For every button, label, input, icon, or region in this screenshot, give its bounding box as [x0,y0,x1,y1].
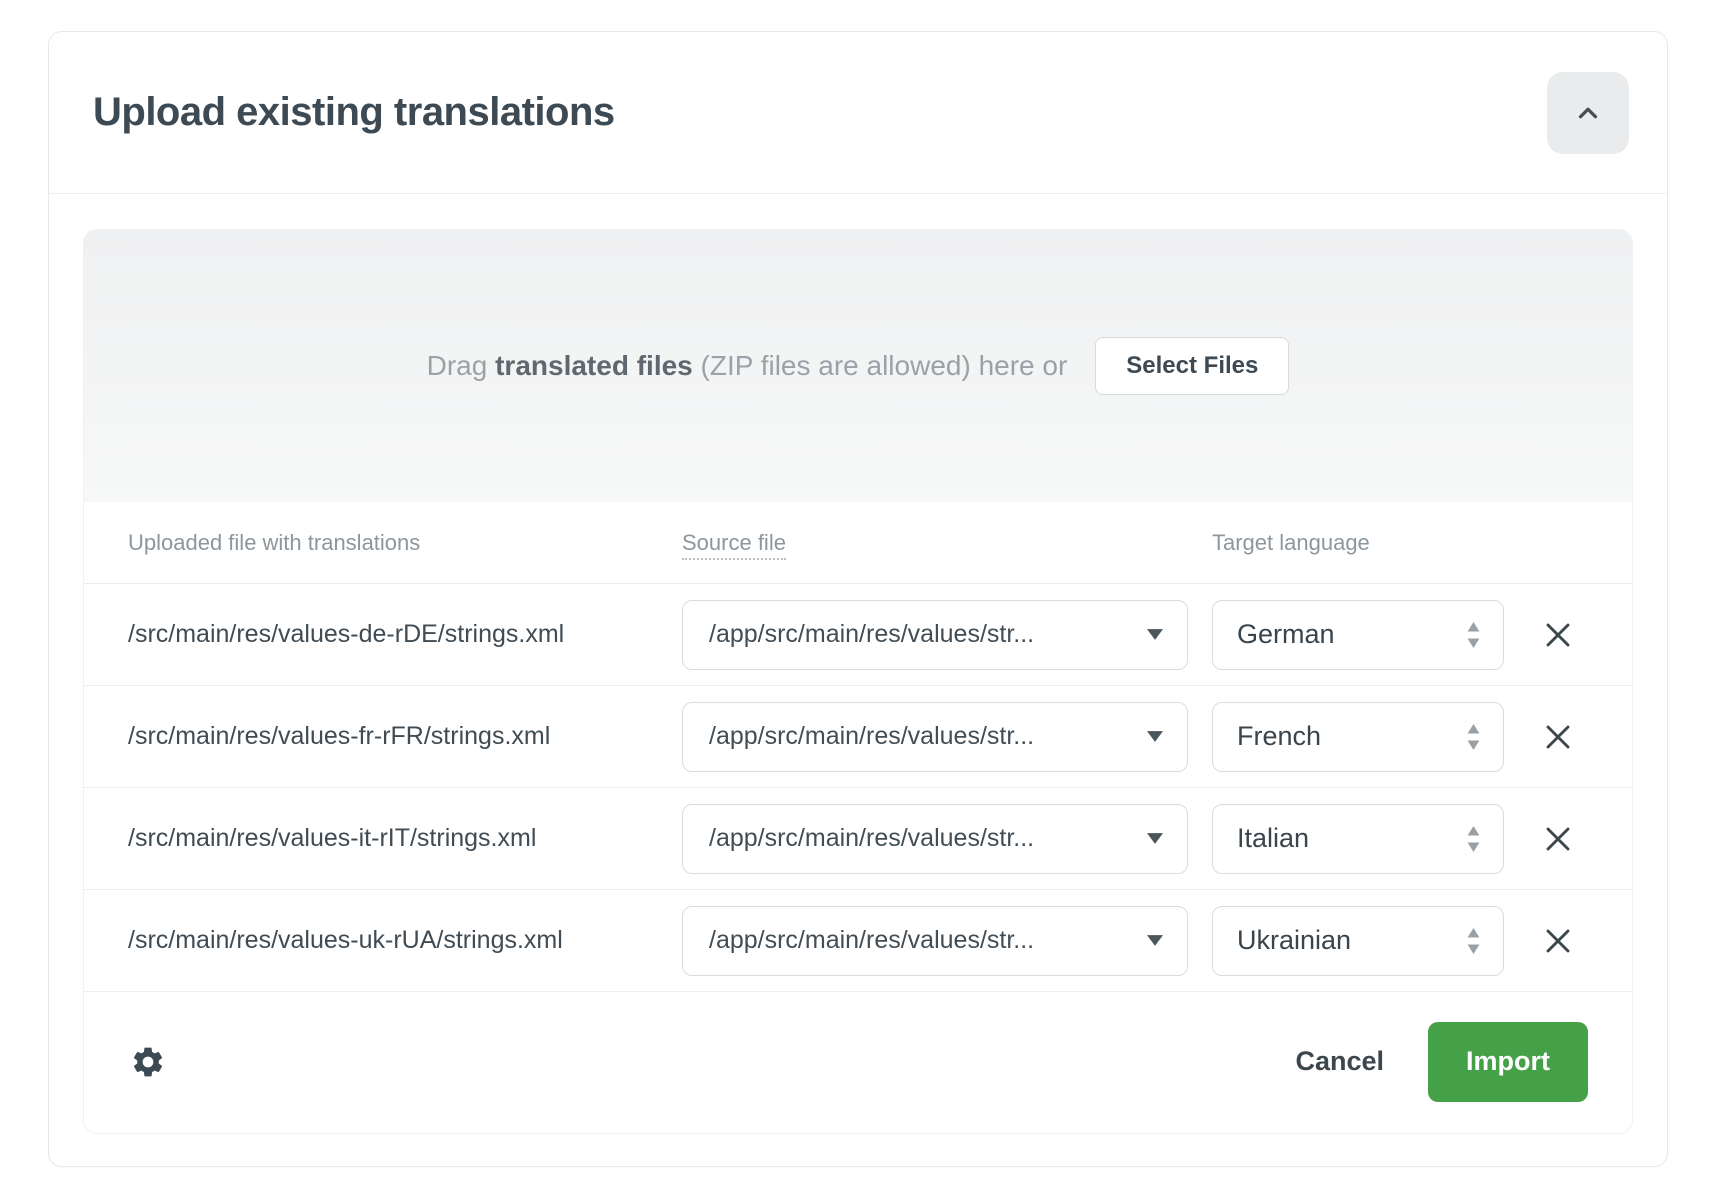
dialog-footer: Cancel Import [84,992,1632,1131]
import-button[interactable]: Import [1428,1022,1588,1102]
caret-down-icon [1147,629,1163,640]
target-language-select[interactable]: German [1212,600,1504,670]
uploaded-file-path: /src/main/res/values-it-rIT/strings.xml [128,824,536,852]
table-row: /src/main/res/values-fr-rFR/strings.xml … [84,686,1632,788]
table-rows: /src/main/res/values-de-rDE/strings.xml … [84,584,1632,992]
target-language-select[interactable]: Ukrainian [1212,906,1504,976]
dropzone-text-prefix: Drag [427,350,488,381]
source-file-select[interactable]: /app/src/main/res/values/str... [682,906,1188,976]
target-language-value: Italian [1237,823,1309,854]
footer-actions: Cancel Import [1295,1022,1588,1102]
source-file-cell: /app/src/main/res/values/str... [682,804,1212,874]
close-icon [1543,620,1573,650]
caret-down-icon [1147,833,1163,844]
sort-arrows-icon [1466,928,1481,954]
uploaded-files-table: Uploaded file with translations Source f… [84,502,1632,992]
row-actions-cell [1528,614,1588,656]
gear-icon [130,1044,166,1080]
collapse-button[interactable] [1547,72,1629,154]
chevron-up-icon [1573,98,1603,128]
table-row: /src/main/res/values-uk-rUA/strings.xml … [84,890,1632,992]
target-language-value: Ukrainian [1237,925,1351,956]
remove-row-button[interactable] [1537,614,1579,656]
column-header-source-file: Source file [682,530,1212,556]
source-file-tooltip-label[interactable]: Source file [682,530,786,560]
target-language-value: German [1237,619,1335,650]
caret-down-icon [1147,731,1163,742]
remove-row-button[interactable] [1537,818,1579,860]
table-row: /src/main/res/values-de-rDE/strings.xml … [84,584,1632,686]
source-file-value: /app/src/main/res/values/str... [709,824,1034,853]
target-language-cell: Italian [1212,804,1528,874]
close-icon [1543,722,1573,752]
dropzone-text-suffix: (ZIP files are allowed) here or [701,350,1068,381]
dropzone-text-bold: translated files [495,350,693,381]
remove-row-button[interactable] [1537,716,1579,758]
uploaded-file-cell: /src/main/res/values-de-rDE/strings.xml [128,620,682,649]
source-file-select[interactable]: /app/src/main/res/values/str... [682,702,1188,772]
sort-arrows-icon [1466,622,1481,648]
upload-panel: Drag translated files (ZIP files are all… [83,229,1633,1134]
row-actions-cell [1528,818,1588,860]
source-file-value: /app/src/main/res/values/str... [709,620,1034,649]
source-file-select[interactable]: /app/src/main/res/values/str... [682,600,1188,670]
target-language-cell: German [1212,600,1528,670]
caret-down-icon [1147,935,1163,946]
uploaded-file-path: /src/main/res/values-uk-rUA/strings.xml [128,926,563,954]
table-row: /src/main/res/values-it-rIT/strings.xml … [84,788,1632,890]
uploaded-file-path: /src/main/res/values-de-rDE/strings.xml [128,620,564,648]
row-actions-cell [1528,920,1588,962]
dialog-header: Upload existing translations [49,32,1667,194]
close-icon [1543,926,1573,956]
source-file-cell: /app/src/main/res/values/str... [682,906,1212,976]
file-dropzone[interactable]: Drag translated files (ZIP files are all… [84,230,1632,502]
source-file-cell: /app/src/main/res/values/str... [682,702,1212,772]
remove-row-button[interactable] [1537,920,1579,962]
row-actions-cell [1528,716,1588,758]
uploaded-file-cell: /src/main/res/values-fr-rFR/strings.xml [128,722,682,751]
sort-arrows-icon [1466,724,1481,750]
import-settings-button[interactable] [128,1042,168,1082]
source-file-cell: /app/src/main/res/values/str... [682,600,1212,670]
target-language-cell: Ukrainian [1212,906,1528,976]
select-files-button[interactable]: Select Files [1095,337,1289,395]
column-header-target-language: Target language [1212,530,1528,556]
column-header-uploaded-file: Uploaded file with translations [128,530,682,556]
dropzone-instructions: Drag translated files (ZIP files are all… [427,350,1068,382]
target-language-select[interactable]: French [1212,702,1504,772]
uploaded-file-cell: /src/main/res/values-it-rIT/strings.xml [128,824,682,853]
uploaded-file-cell: /src/main/res/values-uk-rUA/strings.xml [128,926,682,955]
target-language-cell: French [1212,702,1528,772]
close-icon [1543,824,1573,854]
source-file-select[interactable]: /app/src/main/res/values/str... [682,804,1188,874]
sort-arrows-icon [1466,826,1481,852]
table-header-row: Uploaded file with translations Source f… [84,502,1632,584]
upload-translations-dialog: Upload existing translations Drag transl… [48,31,1668,1167]
uploaded-file-path: /src/main/res/values-fr-rFR/strings.xml [128,722,550,750]
source-file-value: /app/src/main/res/values/str... [709,926,1034,955]
cancel-button[interactable]: Cancel [1295,1046,1384,1077]
target-language-select[interactable]: Italian [1212,804,1504,874]
source-file-value: /app/src/main/res/values/str... [709,722,1034,751]
page-title: Upload existing translations [93,90,615,135]
target-language-value: French [1237,721,1321,752]
